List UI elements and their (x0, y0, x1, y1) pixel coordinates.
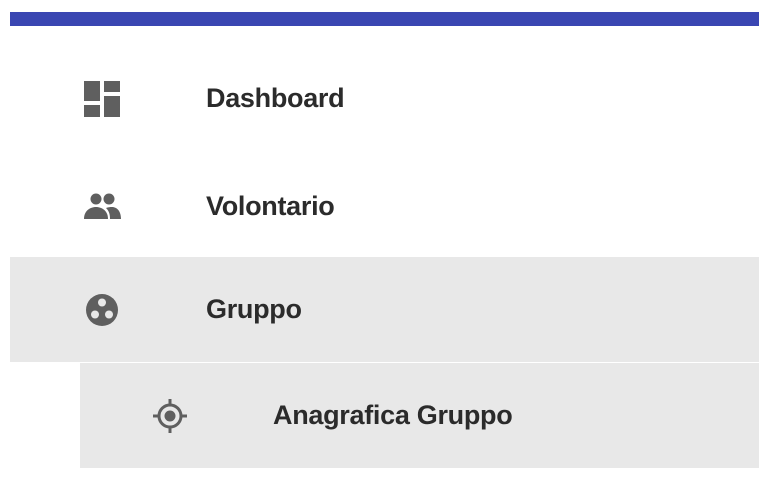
sidebar-item-label: Volontario (206, 191, 335, 221)
sidebar-item-dashboard[interactable]: Dashboard (10, 46, 759, 151)
target-icon (150, 396, 190, 436)
top-app-bar (10, 12, 759, 26)
sidebar-item-label: Dashboard (206, 83, 345, 113)
sidebar-item-label: Anagrafica Gruppo (273, 400, 513, 430)
people-icon (82, 187, 122, 227)
page: Dashboard Volontario Gruppo Anagrafica G… (0, 0, 759, 491)
sidebar-subitem-anagrafica-gruppo[interactable]: Anagrafica Gruppo (80, 363, 759, 468)
group-workspaces-icon (82, 290, 122, 330)
sidebar-item-volontario[interactable]: Volontario (10, 154, 759, 259)
sidebar-item-gruppo[interactable]: Gruppo (10, 257, 759, 362)
sidebar-item-label: Gruppo (206, 294, 302, 324)
dashboard-icon (82, 79, 122, 119)
